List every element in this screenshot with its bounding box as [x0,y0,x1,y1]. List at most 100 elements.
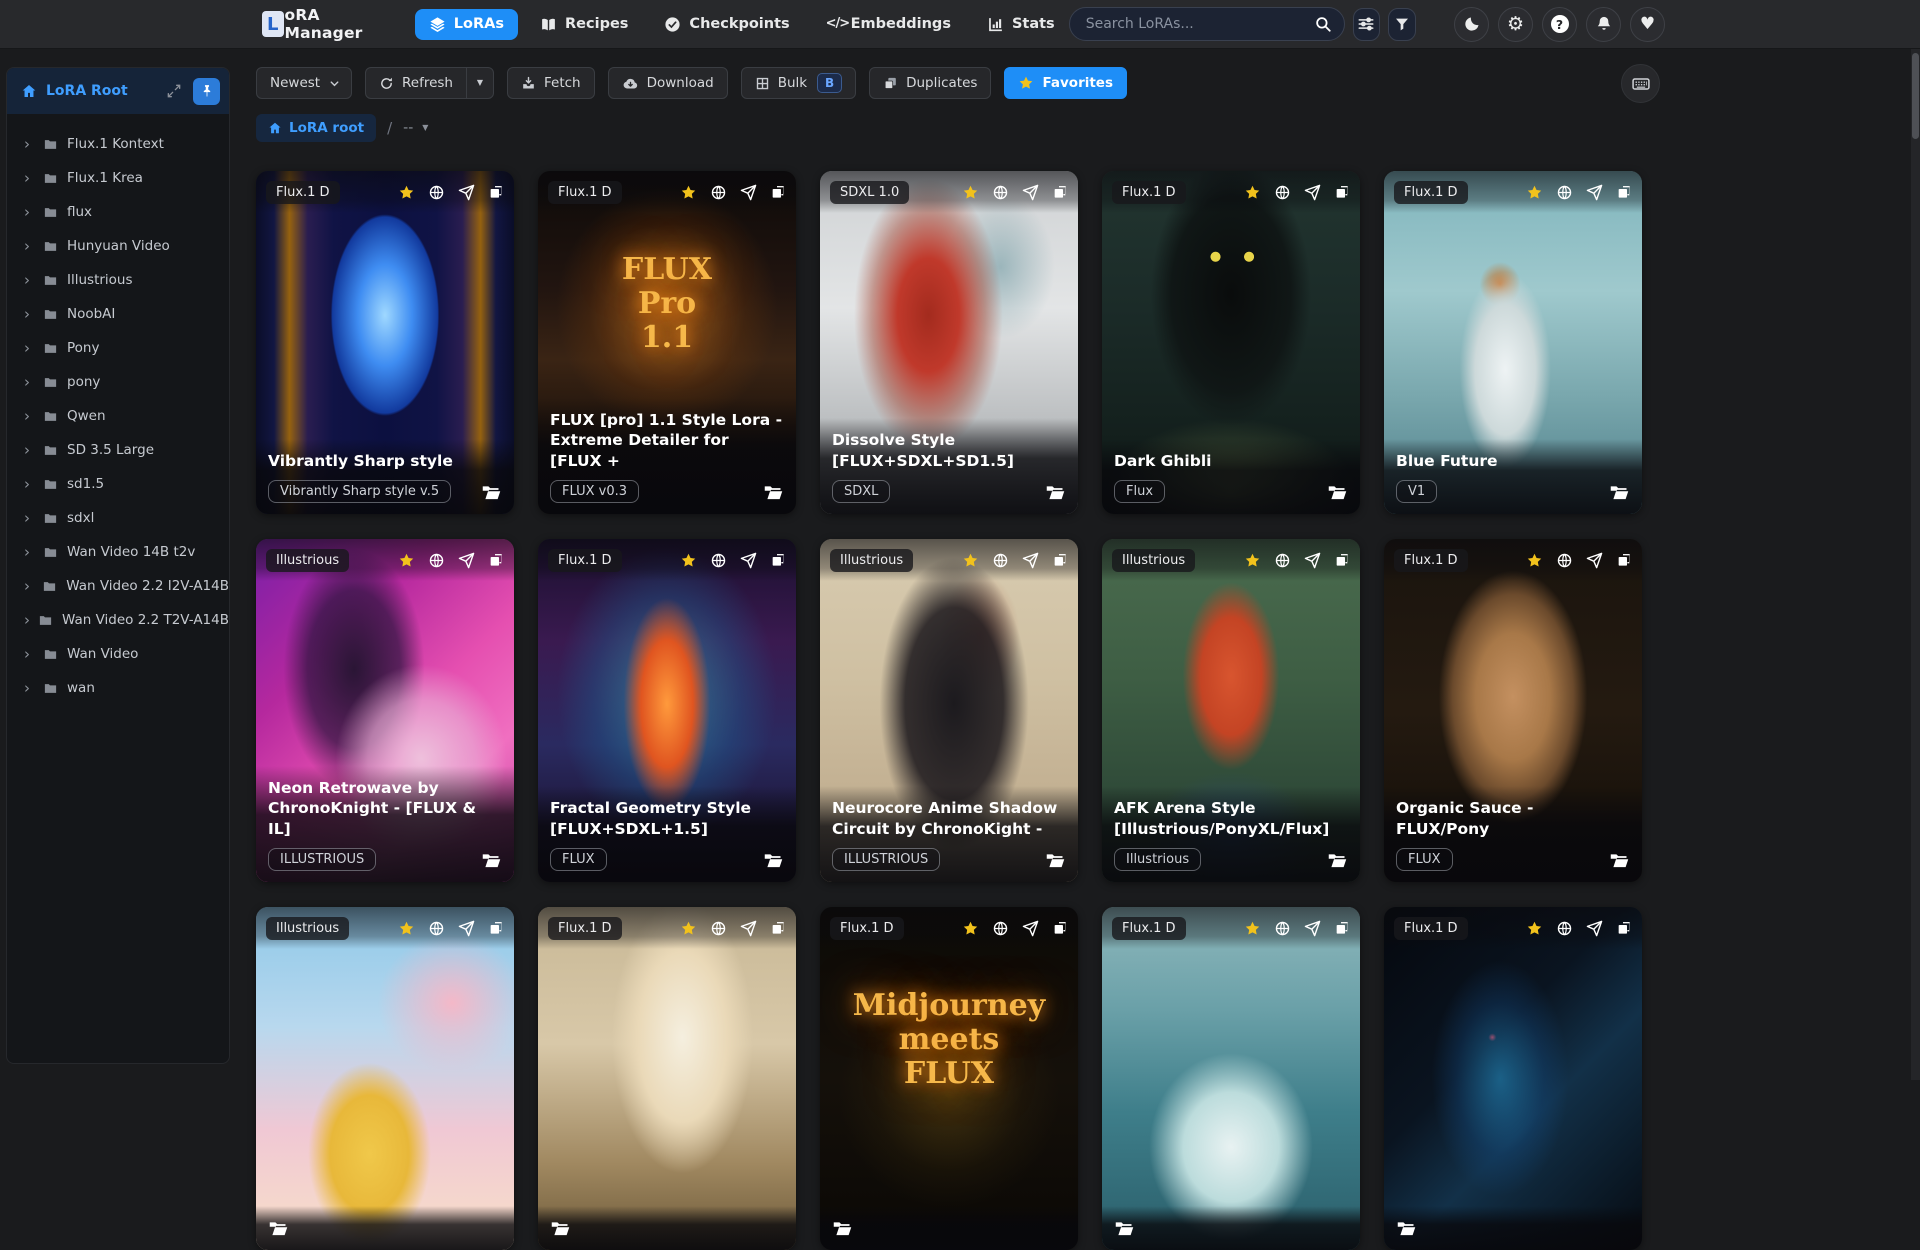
globe-icon[interactable] [1556,920,1573,937]
folder-item[interactable]: › Wan Video 14B t2v [7,535,229,569]
fetch-button[interactable]: Fetch [507,67,595,99]
notifications-button[interactable] [1586,7,1621,42]
favorite-star-icon[interactable] [680,552,697,569]
send-icon[interactable] [1586,920,1603,937]
folder-item[interactable]: › Hunyuan Video [7,229,229,263]
open-folder-icon[interactable] [1609,482,1630,503]
copy-icon[interactable] [770,184,786,200]
open-folder-icon[interactable] [481,850,502,871]
lora-card[interactable]: Illustrious Neurocor [820,539,1078,882]
favorite-star-icon[interactable] [680,920,697,937]
chevron-right-icon[interactable]: › [24,545,39,560]
lora-card[interactable]: Flux.1 D Vibrantly S [256,171,514,514]
send-icon[interactable] [1586,552,1603,569]
globe-icon[interactable] [992,920,1009,937]
favorite-star-icon[interactable] [1526,184,1543,201]
bulk-button[interactable]: Bulk B [741,67,856,99]
send-icon[interactable] [1022,920,1039,937]
nav-tab[interactable]: LoRAs [415,9,518,40]
open-folder-icon[interactable] [832,1218,853,1239]
lora-card[interactable]: Flux.1 D [1384,907,1642,1250]
duplicates-button[interactable]: Duplicates [869,67,991,99]
open-folder-icon[interactable] [1609,850,1630,871]
favorite-star-icon[interactable] [680,184,697,201]
chevron-right-icon[interactable]: › [24,137,39,152]
globe-icon[interactable] [428,184,445,201]
favorite-star-icon[interactable] [1526,920,1543,937]
chevron-right-icon[interactable]: › [24,647,39,662]
favorites-nav-button[interactable]: ♥ [1630,7,1665,42]
chevron-right-icon[interactable]: › [24,511,39,526]
favorite-star-icon[interactable] [1244,552,1261,569]
folder-item[interactable]: › pony [7,365,229,399]
globe-icon[interactable] [710,552,727,569]
lora-card[interactable]: Flux.1 D Fractal Geo [538,539,796,882]
keyboard-shortcuts-button[interactable] [1621,64,1660,103]
send-icon[interactable] [1022,184,1039,201]
chevron-right-icon[interactable]: › [24,239,39,254]
copy-icon[interactable] [1334,920,1350,936]
copy-icon[interactable] [770,920,786,936]
chevron-right-icon[interactable]: › [24,307,39,322]
open-folder-icon[interactable] [1396,1218,1417,1239]
globe-icon[interactable] [1556,184,1573,201]
lora-card[interactable]: Illustrious Neon Ret [256,539,514,882]
help-button[interactable]: ? [1542,7,1577,42]
open-folder-icon[interactable] [1327,482,1348,503]
refresh-dropdown-button[interactable]: ▼ [466,68,493,98]
send-icon[interactable] [458,184,475,201]
copy-icon[interactable] [488,184,504,200]
favorite-star-icon[interactable] [398,552,415,569]
favorite-star-icon[interactable] [1244,920,1261,937]
filter-funnel-button[interactable] [1388,8,1416,41]
search-icon[interactable] [1314,15,1332,33]
pin-sidebar-button[interactable] [193,78,220,105]
chevron-right-icon[interactable]: › [24,205,39,220]
globe-icon[interactable] [710,920,727,937]
sort-select[interactable]: Newest [256,67,352,99]
filter-sliders-button[interactable] [1353,8,1381,41]
folder-item[interactable]: › Wan Video 2.2 I2V-A14B [7,569,229,603]
folder-item[interactable]: › flux [7,195,229,229]
lora-card[interactable]: Illustrious [256,907,514,1250]
lora-card[interactable]: Flux.1 D Blue Future [1384,171,1642,514]
open-folder-icon[interactable] [268,1218,289,1239]
open-folder-icon[interactable] [1045,850,1066,871]
copy-icon[interactable] [1052,920,1068,936]
lora-card[interactable]: Midjourney meets FLUX Flux.1 D [820,907,1078,1250]
lora-card[interactable]: Illustrious AFK Aren [1102,539,1360,882]
open-folder-icon[interactable] [1327,850,1348,871]
folder-item[interactable]: › Wan Video [7,637,229,671]
open-folder-icon[interactable] [763,482,784,503]
copy-icon[interactable] [1052,184,1068,200]
folder-item[interactable]: › sdxl [7,501,229,535]
favorite-star-icon[interactable] [962,920,979,937]
folder-item[interactable]: › NoobAI [7,297,229,331]
folder-item[interactable]: › Pony [7,331,229,365]
send-icon[interactable] [1304,184,1321,201]
folder-item[interactable]: › SD 3.5 Large [7,433,229,467]
globe-icon[interactable] [992,552,1009,569]
lora-card[interactable]: Flux.1 D Organic Sau [1384,539,1642,882]
favorite-star-icon[interactable] [398,920,415,937]
chevron-right-icon[interactable]: › [24,477,39,492]
send-icon[interactable] [740,184,757,201]
copy-icon[interactable] [1616,920,1632,936]
folder-item[interactable]: › wan [7,671,229,705]
send-icon[interactable] [1022,552,1039,569]
chevron-right-icon[interactable]: › [24,341,39,356]
refresh-button[interactable]: Refresh [366,68,466,98]
globe-icon[interactable] [1274,920,1291,937]
globe-icon[interactable] [428,552,445,569]
globe-icon[interactable] [710,184,727,201]
globe-icon[interactable] [992,184,1009,201]
search-input[interactable] [1086,16,1314,32]
globe-icon[interactable] [428,920,445,937]
scrollbar-track[interactable] [1911,49,1920,1080]
chevron-right-icon[interactable]: › [24,375,39,390]
copy-icon[interactable] [488,920,504,936]
copy-icon[interactable] [1616,184,1632,200]
open-folder-icon[interactable] [550,1218,571,1239]
lora-card[interactable]: SDXL 1.0 Dissolve St [820,171,1078,514]
open-folder-icon[interactable] [1045,482,1066,503]
